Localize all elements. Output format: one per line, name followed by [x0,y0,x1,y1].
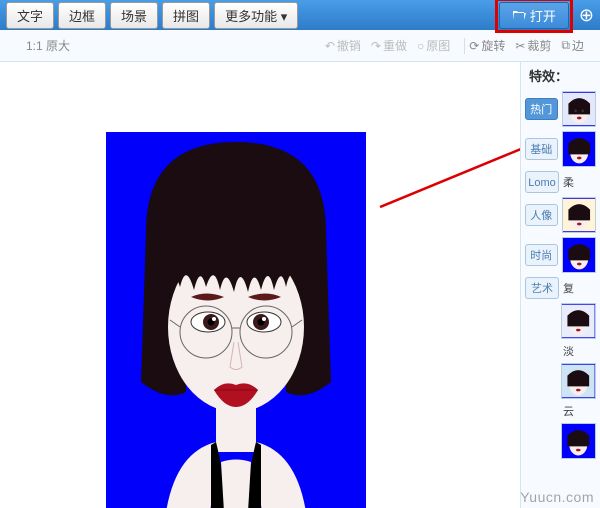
open-button-highlight: 打开 [495,0,573,33]
preset-thumb-1[interactable] [562,131,596,167]
add-icon[interactable]: ⊕ [579,5,594,26]
preset-label-3: 淡 [563,343,574,359]
preset-label-1: 柔 [563,174,574,190]
main-workspace: 特效： 热门 基础 Lomo柔 人像 时尚 艺术复 淡 云 [0,62,600,508]
open-button[interactable]: 打开 [499,2,569,29]
tab-portrait[interactable]: 人像 [525,204,558,226]
preset-thumb-2[interactable] [562,197,596,233]
top-menu-bar: 文字 边框 场景 拼图 更多功能 ▾ 打开 ⊕ [0,0,600,30]
tab-hot[interactable]: 热门 [525,98,558,120]
bound-button[interactable]: ⧉边 [561,37,584,54]
undo-button[interactable]: ↶撤销 [325,37,361,54]
tab-fashion[interactable]: 时尚 [525,244,558,266]
zoom-label: 1:1 原大 [26,37,70,54]
annotation-arrow [370,132,520,212]
folder-open-icon [512,9,526,21]
preset-thumb-4[interactable] [561,303,596,339]
preset-label-4: 云 [563,403,574,419]
rotate-button[interactable]: ⟳旋转 [469,37,505,54]
canvas[interactable] [0,62,520,508]
tab-lomo[interactable]: Lomo [525,171,559,193]
original-button[interactable]: ○原图 [417,37,450,54]
tab-basic[interactable]: 基础 [525,138,558,160]
watermark: Yuucn.com [520,489,594,505]
preset-thumb-3[interactable] [562,237,596,273]
preset-label-2: 复 [563,280,574,296]
crop-button[interactable]: ✂裁剪 [515,37,551,54]
tab-art[interactable]: 艺术 [525,277,559,299]
redo-button[interactable]: ↷重做 [371,37,407,54]
effects-title: 特效： [525,66,596,85]
menu-text[interactable]: 文字 [6,2,54,29]
menu-more[interactable]: 更多功能 ▾ [214,2,298,29]
effects-panel: 特效： 热门 基础 Lomo柔 人像 时尚 艺术复 淡 云 [520,62,600,508]
menu-scene[interactable]: 场景 [110,2,158,29]
edit-toolbar: 1:1 原大 ↶撤销 ↷重做 ○原图 ⟳旋转 ✂裁剪 ⧉边 [0,30,600,62]
preset-thumb-6[interactable] [561,423,596,459]
menu-collage[interactable]: 拼图 [162,2,210,29]
image-content [106,132,366,508]
preset-thumb-0[interactable] [562,91,596,127]
menu-border[interactable]: 边框 [58,2,106,29]
separator [464,38,465,54]
preset-thumb-5[interactable] [561,363,596,399]
